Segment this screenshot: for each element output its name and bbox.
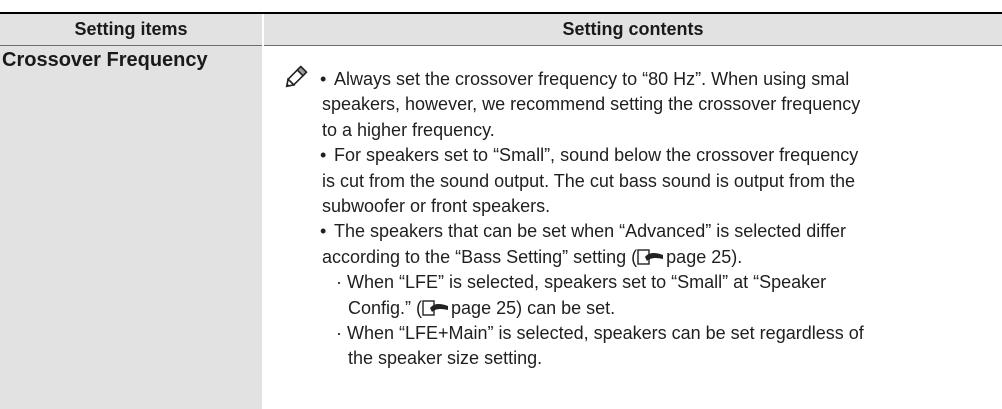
text-line: speakers, however, we recommend setting … [322, 94, 861, 115]
text-line: The speakers that can be set when “Advan… [334, 221, 846, 242]
text-fragment: Config.” ( [348, 297, 423, 318]
setting-item-cell [0, 46, 262, 409]
page-reference: page 25). [666, 246, 743, 267]
sub-item-2: · When “LFE+Main” is selected, speakers … [336, 323, 864, 344]
text-line: to a higher frequency. [322, 119, 495, 140]
sub-item-2-cont: the speaker size setting. [348, 348, 543, 369]
text-line: is cut from the sound output. The cut ba… [322, 170, 855, 191]
header-setting-contents: Setting contents [562, 19, 704, 39]
text-line: subwoofer or front speakers. [322, 196, 551, 217]
header-setting-items: Setting items [74, 19, 188, 39]
text-line: according to the “Bass Setting” setting … [322, 245, 1002, 270]
sub-item-1: · When “LFE” is selected, speakers set t… [336, 272, 827, 293]
list-item-bullet-1: Always set the crossover frequency to “8… [320, 67, 1002, 143]
text-fragment: according to the “Bass Setting” setting … [322, 246, 638, 267]
column-divider [262, 14, 264, 409]
list-item-bullet-2: For speakers set to “Small”, sound below… [320, 143, 1002, 219]
page-reference-icon [422, 299, 449, 316]
pencil-icon [284, 61, 312, 89]
setting-contents-text: Always set the crossover frequency to “8… [320, 67, 1002, 372]
page-reference-icon [637, 249, 664, 265]
page-reference: page 25) can be set. [451, 297, 616, 318]
text-line: Always set the crossover frequency to “8… [334, 69, 850, 89]
table-header-row: Setting items Setting contents [0, 14, 1002, 46]
sub-item-1-cont: Config.” ( page 25) can be set. [322, 296, 1002, 321]
list-item-bullet-3: The speakers that can be set when “Advan… [320, 219, 1002, 270]
text-line: For speakers set to “Small”, sound below… [334, 145, 859, 166]
setting-item-name: Crossover Frequency [2, 49, 208, 71]
